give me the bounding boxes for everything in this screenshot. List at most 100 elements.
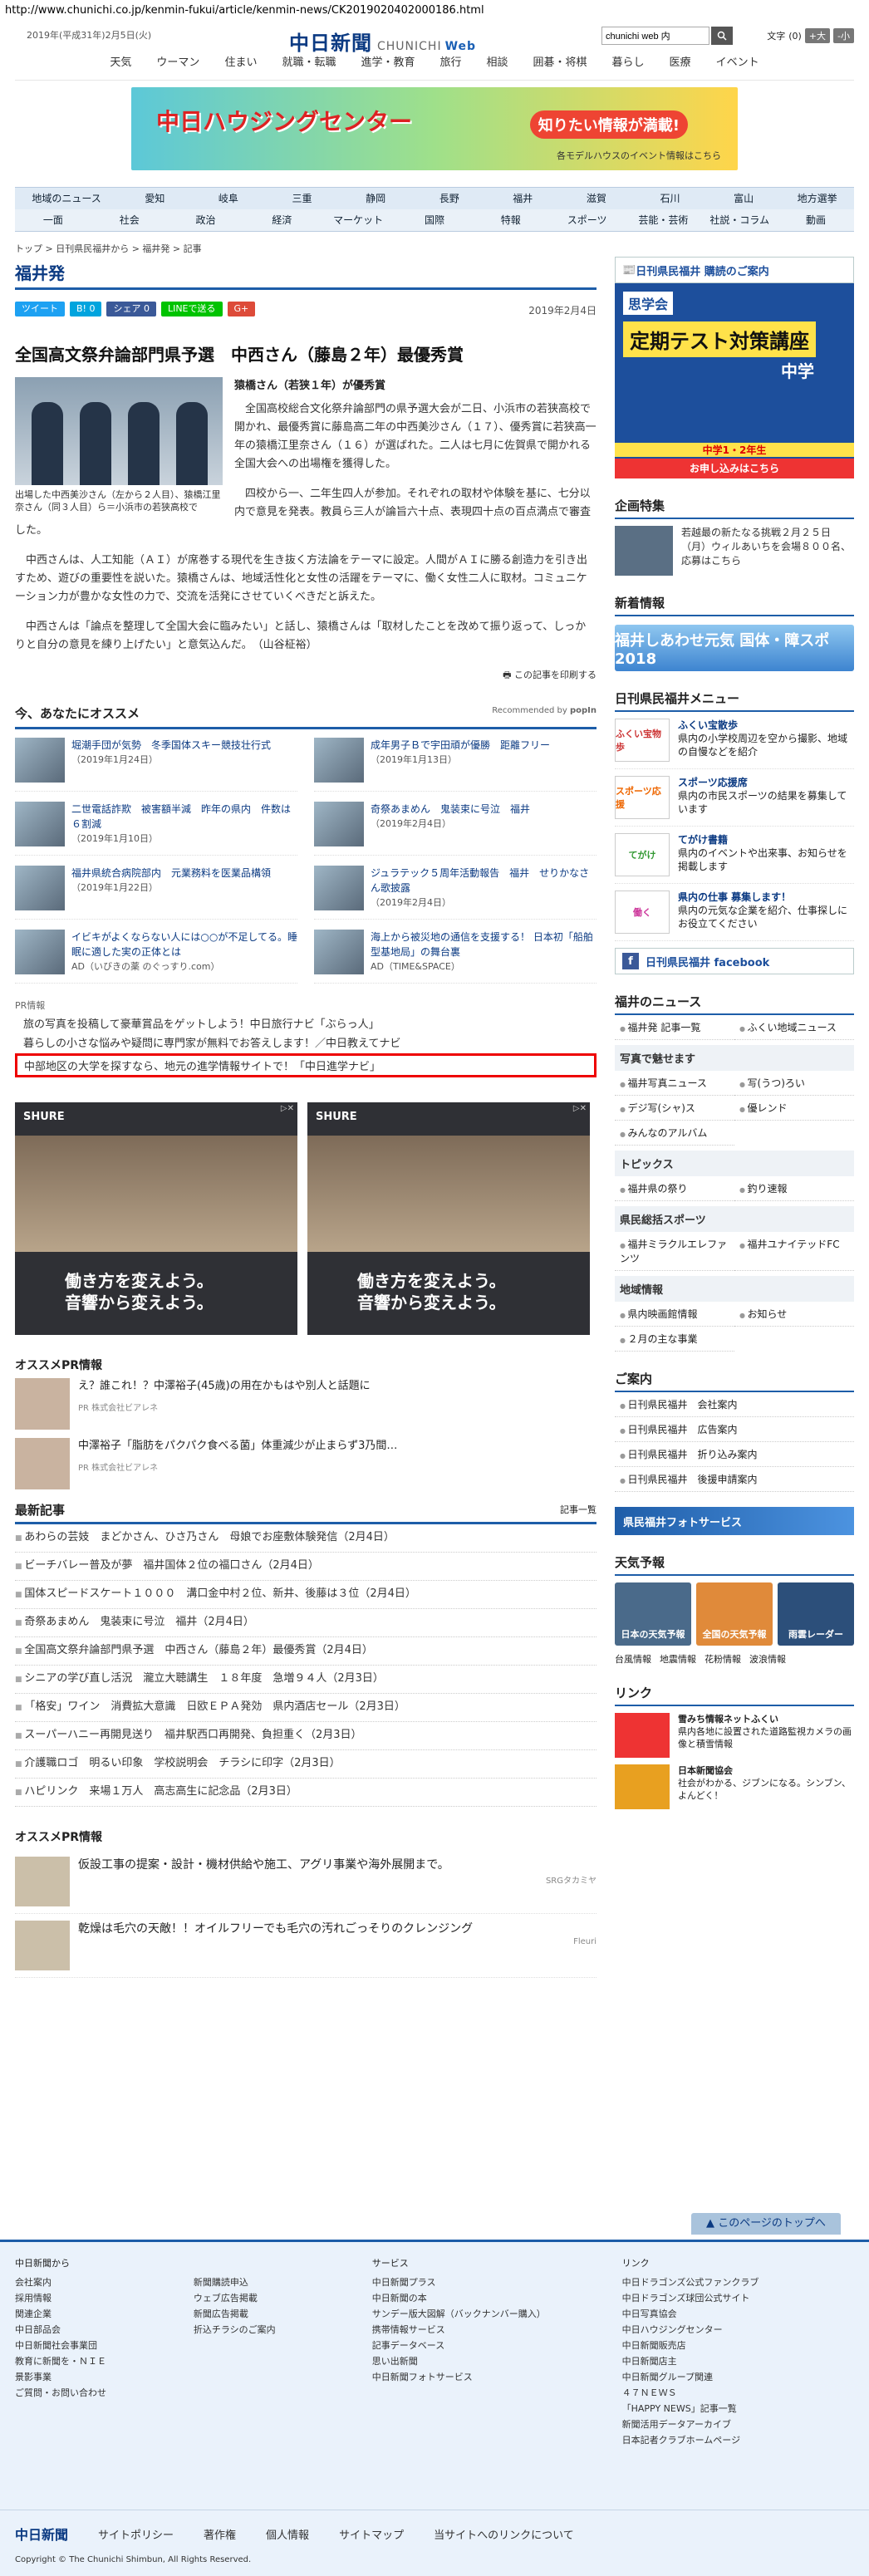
footer-link[interactable]: 携帯情報サービス <box>372 2322 622 2338</box>
display-ad[interactable]: SHURE ▷✕ 働き方を変えよう。 音響から変えよう。 <box>307 1102 590 1335</box>
housing-center-ad[interactable]: 中日ハウジングセンター 知りたい情報が満載! 各モデルハウスのイベント情報はこち… <box>131 87 738 170</box>
region-nav-item[interactable]: 静岡 <box>339 188 413 209</box>
photo-service-banner[interactable]: 県民福井フォトサービス <box>615 1507 854 1535</box>
weather-tile[interactable]: 日本の天気予報 <box>615 1582 691 1646</box>
recommend-item[interactable]: 福井県統合病院部内 元業務料を医業品構領 （2019年1月22日） <box>15 866 297 920</box>
footer-link[interactable]: 日本記者クラブホームページ <box>622 2432 854 2448</box>
site-logo[interactable]: 中日新聞 CHUNICHI Web <box>289 27 476 56</box>
kenmin-subscribe-link[interactable]: 📰 日刊県民福井 購読のご案内 <box>615 257 854 283</box>
list-item[interactable]: シニアの学び直し活況 瀧立大聴講生 １８年度 急増９４人（2月3日） <box>15 1666 597 1694</box>
recommend-item[interactable]: ジュラテック５周年活動報告 福井 せりかなさん歌披露 （2019年2月4日） <box>314 866 597 920</box>
section-nav-item[interactable]: 国際 <box>396 209 473 231</box>
side-link[interactable]: 福井発 記事一覧 <box>615 1015 734 1040</box>
pr-link[interactable]: 旅の写真を投稿して豪華賞品をゲットしよう！中日旅行ナビ「ぶらっ人」 <box>23 1015 597 1031</box>
facebook-link[interactable]: f 日刊県民福井 facebook <box>615 948 854 974</box>
footer-link[interactable]: 会社案内 <box>15 2274 194 2290</box>
side-link[interactable]: 日刊県民福井 折り込み案内 <box>615 1442 854 1467</box>
weather-tile[interactable]: 雨雲レーダー <box>778 1582 854 1646</box>
gnav-item[interactable]: 囲碁・将棋 <box>533 53 587 69</box>
kikaku-item[interactable]: 若越最の新たなる挑戦２月２５日（月）ウィルあいちを会場８００名、応募はこちら <box>615 526 854 576</box>
list-item[interactable]: あわらの芸妓 まどかさん、ひさ乃さん 母娘でお座敷体験発信（2月4日） <box>15 1524 597 1553</box>
section-nav-item[interactable]: 社説・コラム <box>701 209 778 231</box>
recommend-item[interactable]: 成年男子Ｂで宇田頑が優勝 距離フリー （2019年1月13日） <box>314 738 597 792</box>
list-item[interactable]: 国体スピードスケート１０００ 溝口金中村２位、新井、後藤は３位（2月4日） <box>15 1581 597 1609</box>
gnav-item[interactable]: 住まい <box>224 53 257 69</box>
section-nav-item[interactable]: 動画 <box>778 209 854 231</box>
side-link[interactable]: 日刊県民福井 広告案内 <box>615 1417 854 1442</box>
font-size-up-button[interactable]: +大 <box>804 28 831 43</box>
page-top-link[interactable]: ▲ このページのトップへ <box>691 2213 841 2235</box>
breadcrumb[interactable]: トップ > 日刊県民福井から > 福井発 > 記事 <box>15 242 854 255</box>
recommend-item[interactable]: 奇祭あまめん 鬼装束に号泣 福井 （2019年2月4日） <box>314 802 597 856</box>
recommend-by[interactable]: Recommended by popIn <box>492 706 597 715</box>
section-nav-item[interactable]: 特報 <box>473 209 549 231</box>
footer-link[interactable]: 新聞活用データアーカイブ <box>622 2417 854 2432</box>
region-nav-item[interactable]: 滋賀 <box>560 188 634 209</box>
footer-link[interactable]: ご質問・お問い合わせ <box>15 2385 194 2401</box>
pr-item[interactable]: え？誰これ！？中澤裕子(45歳)の用在かもはや別人と話題に PR 株式会社ビアレネ <box>15 1378 597 1430</box>
side-link[interactable]: みんなのアルバム <box>615 1121 734 1146</box>
menu-item[interactable]: 働く 県内の仕事 募集します！ 県内の元気な企業を紹介、仕事探しにお役立てください <box>615 884 854 941</box>
menu-item[interactable]: てがけ てがけ書籍 県内のイベントや出来事、お知らせを掲載します <box>615 827 854 884</box>
pr-link[interactable]: 暮らしの小さな悩みや疑問に専門家が無料でお答えします！／中日教えてナビ <box>23 1034 597 1050</box>
footer-link[interactable]: 思い出新聞 <box>372 2353 622 2369</box>
gnav-item[interactable]: 暮らし <box>612 53 645 69</box>
side-link[interactable]: ふくい地域ニュース <box>734 1015 854 1040</box>
weather-link[interactable]: 花粉情報 <box>705 1652 741 1666</box>
side-link[interactable]: 日刊県民福井 会社案内 <box>615 1392 854 1417</box>
recommend-item[interactable]: 海上から被災地の通信を支援する！ 日本初「船舶型基地局」の舞台裏 AD（TIME&… <box>314 930 597 984</box>
side-link[interactable]: お知らせ <box>734 1302 854 1327</box>
footer-link[interactable]: 中日新聞プラス <box>372 2274 622 2290</box>
footer-link[interactable]: 「HAPPY NEWS」記事一覧 <box>622 2401 854 2417</box>
gnav-item[interactable]: 相談 <box>487 53 508 69</box>
list-item[interactable]: ビーチバレー普及が夢 福井国体２位の福口さん（2月4日） <box>15 1553 597 1581</box>
region-nav-item[interactable]: 富山 <box>707 188 781 209</box>
gnav-item[interactable]: 旅行 <box>439 53 461 69</box>
footer-link[interactable]: 中日新聞の本 <box>372 2290 622 2306</box>
pr-item[interactable]: 中澤裕子「脂肪をパクパク食べる菌」体重減少が止まらず3乃間… PR 株式会社ビアレ… <box>15 1438 597 1489</box>
section-nav-item[interactable]: 政治 <box>168 209 244 231</box>
footer-bottom-link[interactable]: サイトマップ <box>339 2526 404 2542</box>
pr-link-highlighted[interactable]: 中部地区の大学を探すなら、地元の進学情報サイトで！「中日進学ナビ」 <box>15 1053 597 1077</box>
gnav-item[interactable]: 就職・転職 <box>282 53 336 69</box>
pr-item[interactable]: 乾燥は毛穴の天敵！！オイルフリーでも毛穴の汚れごっそりのクレンジング Fleuri <box>15 1914 597 1978</box>
side-link[interactable]: 福井ミラクルエレファンツ <box>615 1232 734 1271</box>
region-nav-item[interactable]: 地域のニュース <box>15 188 118 209</box>
footer-link[interactable]: ４７ＮＥＷＳ <box>622 2385 854 2401</box>
footer-bottom-link[interactable]: 個人情報 <box>266 2526 309 2542</box>
footer-link[interactable]: サンデー版大図解（バックナンバー購入） <box>372 2306 622 2322</box>
side-link[interactable]: ２月の主な事業 <box>615 1327 734 1352</box>
search-input[interactable] <box>601 27 709 45</box>
footer-bottom-link[interactable]: サイトポリシー <box>98 2526 174 2542</box>
footer-logo[interactable]: 中日新聞 <box>15 2524 68 2544</box>
footer-link[interactable]: 中日写真協会 <box>622 2306 854 2322</box>
footer-link[interactable]: 中日新聞グループ関連 <box>622 2369 854 2385</box>
side-link[interactable]: 福井県の祭り <box>615 1176 734 1201</box>
side-link[interactable]: 写(うつ)ろい <box>734 1071 854 1096</box>
pr-item[interactable]: 仮設工事の提案・設計・機材供給や施工、アグリ事業や海外展開まで。 SRGタカミヤ <box>15 1850 597 1914</box>
region-nav-item[interactable]: 地方選挙 <box>780 188 854 209</box>
footer-bottom-link[interactable]: 著作権 <box>204 2526 236 2542</box>
footer-bottom-link[interactable]: 当サイトへのリンクについて <box>434 2526 574 2542</box>
font-size-reset[interactable]: (0) <box>788 31 802 42</box>
footer-link[interactable]: 中日ハウジングセンター <box>622 2322 854 2338</box>
link-item[interactable]: 雪みち情報ネットふくい 県内各地に設置された道路監視カメラの画像と積雪情報 <box>615 1713 854 1758</box>
side-link[interactable]: 県内映画館情報 <box>615 1302 734 1327</box>
recommend-item[interactable]: 堀潮手団が気勢 冬季国体スキー競技壮行式 （2019年1月24日） <box>15 738 297 792</box>
sidebar-ad[interactable]: 思学会 定期テスト対策講座 中学 中学1・2年生 お申し込みはこちら <box>615 283 854 478</box>
weather-link[interactable]: 地震情報 <box>660 1652 696 1666</box>
print-link[interactable]: 🖶 この記事を印刷する <box>15 666 597 684</box>
footer-link[interactable]: 新聞購読申込 <box>194 2274 372 2290</box>
hatena-button[interactable]: B! 0 <box>70 302 102 316</box>
footer-link[interactable]: 新聞広告掲載 <box>194 2306 372 2322</box>
gnav-item[interactable]: 進学・教育 <box>361 53 415 69</box>
side-link[interactable]: 日刊県民福井 後援申請案内 <box>615 1467 854 1492</box>
list-item[interactable]: スーパーハニー再開見送り 福井駅西口再開発、負担重く（2月3日） <box>15 1722 597 1750</box>
footer-link[interactable]: 中日ドラゴンズ公式ファンクラブ <box>622 2274 854 2290</box>
footer-link[interactable]: 折込チラシのご案内 <box>194 2322 372 2338</box>
weather-link[interactable]: 台風情報 <box>615 1652 651 1666</box>
search-button[interactable] <box>711 27 733 45</box>
footer-link[interactable]: 教育に新聞を・ＮＩＥ <box>15 2353 194 2369</box>
link-item[interactable]: 日本新聞協会 社会がわかる、ジブンになる。シンブン、よんどく！ <box>615 1764 854 1809</box>
kokutai-banner[interactable]: 福井しあわせ元気 国体・障スポ 2018 <box>615 625 854 671</box>
